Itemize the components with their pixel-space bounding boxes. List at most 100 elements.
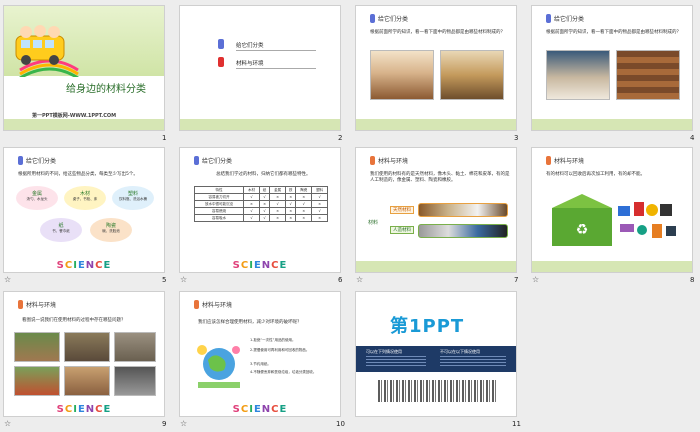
cross-mark: × bbox=[258, 200, 271, 208]
cross-mark: × bbox=[243, 200, 260, 208]
cross-mark: × bbox=[311, 214, 328, 222]
smokestack-photo bbox=[114, 366, 156, 396]
polluted-river-photo bbox=[14, 366, 60, 396]
slide-header: 材料与环境 bbox=[546, 156, 584, 165]
slide-bottom-bar bbox=[180, 119, 340, 130]
pin-blue-icon bbox=[218, 39, 224, 49]
header-label: 材料与环境 bbox=[378, 158, 409, 165]
check-mark: √ bbox=[285, 200, 297, 208]
star-icon[interactable]: ☆ bbox=[180, 419, 187, 428]
slide-header: 给它们分类 bbox=[370, 14, 408, 23]
slide-thumbnail-4[interactable]: 给它们分类 根据前面所学的知识，看一看下面中的物品都是由哪些材料制成的？ bbox=[531, 5, 693, 131]
slide-number: 4 bbox=[690, 134, 695, 142]
pin-red-icon bbox=[218, 57, 224, 67]
logging-photo bbox=[14, 332, 60, 362]
table-header-cell: 铁 bbox=[285, 186, 297, 194]
slide-text: 总结我们学过的材料，归纳它们都有哪些特性。 bbox=[216, 172, 311, 177]
slide-text: 根据所用材料的不同，给这些物品分类，每类至少写出5个。 bbox=[18, 172, 138, 177]
tip-item: 3.节约用纸。 bbox=[250, 362, 271, 366]
table-row: 放水中很可能沉没 × × √ √ √ × bbox=[193, 200, 328, 208]
slide-header: 给它们分类 bbox=[546, 14, 584, 23]
pin-icon bbox=[18, 300, 23, 309]
cross-mark: × bbox=[285, 193, 297, 201]
star-icon[interactable]: ☆ bbox=[4, 419, 11, 428]
agenda-item-1: 给它们分类 bbox=[236, 43, 264, 49]
slide-bottom-bar bbox=[4, 119, 164, 130]
natural-materials-strip bbox=[418, 203, 508, 217]
slide-thumbnail-8[interactable]: 材料与环境 有的材料可以回收后再次加工利用，有的却不能。 ♻ bbox=[531, 147, 693, 273]
header-label: 给它们分类 bbox=[554, 16, 585, 23]
agenda-item-2: 材料与环境 bbox=[236, 61, 264, 67]
table-row-label: 放水中很可能沉没 bbox=[193, 200, 245, 208]
table-row: 容易燃烧 √ √ × × × √ bbox=[193, 207, 328, 215]
check-mark: √ bbox=[311, 193, 328, 201]
slide-number: 8 bbox=[690, 276, 695, 284]
cross-mark: × bbox=[269, 214, 287, 222]
cross-mark: × bbox=[269, 193, 287, 201]
check-mark: √ bbox=[311, 207, 328, 215]
group-bubble: 塑料 饮料瓶、洗浴水桶 bbox=[112, 186, 154, 210]
pin-icon bbox=[194, 156, 199, 165]
group-items: 桌子、书柜、床 bbox=[72, 197, 98, 201]
slide-number: 7 bbox=[514, 276, 519, 284]
slide-header: 材料与环境 bbox=[370, 156, 408, 165]
star-icon[interactable]: ☆ bbox=[180, 275, 187, 284]
slide-thumbnail-5[interactable]: 给它们分类 根据所用材料的不同，给这些物品分类，每类至少写出5个。 金属 汤勺、… bbox=[3, 147, 165, 273]
slide-thumbnail-7[interactable]: 材料与环境 我们使用的材料有的是天然材料，像木头、黏土、棉花和皮革，有的是人工制… bbox=[355, 147, 517, 273]
slide-thumbnail-3[interactable]: 给它们分类 根据前面所学的知识，看一看下面中的物品都是由哪些材料制成的？ bbox=[355, 5, 517, 131]
slide-thumbnail-10[interactable]: 材料与环境 我们应该怎样合理使用材料，减少对环境的破坏呢？ 1.拒绝“一次性”用… bbox=[179, 291, 341, 417]
table-header-cell: 特性 bbox=[193, 186, 245, 194]
table-header-row: 特性 木材 纸 金属 铁 陶瓷 塑料 bbox=[193, 186, 328, 194]
slide-number: 11 bbox=[512, 420, 521, 428]
manmade-materials-strip bbox=[418, 224, 508, 238]
table-row-label: 容易吸水 bbox=[193, 214, 245, 222]
star-icon[interactable]: ☆ bbox=[4, 275, 11, 284]
garbage-photo bbox=[114, 332, 156, 362]
slide-thumbnail-9[interactable]: 材料与环境 看图说一说我们在使用材料的过程中存在哪些问题？ SCIENCE bbox=[3, 291, 165, 417]
science-wordmark: SCIENCE bbox=[56, 404, 112, 415]
slide-header: 给它们分类 bbox=[194, 156, 232, 165]
group-bubble: 金属 汤勺、水龙头 bbox=[16, 186, 58, 210]
slide-number: 5 bbox=[162, 276, 167, 284]
root-label: 材料 bbox=[368, 220, 379, 226]
pin-icon bbox=[18, 156, 23, 165]
banner-left-lines bbox=[366, 356, 426, 368]
info-banner: 可以在下列情况使用 不可以在以下情况使用 bbox=[356, 346, 516, 372]
table-header-cell: 陶瓷 bbox=[295, 186, 313, 194]
pin-icon bbox=[194, 300, 199, 309]
ppt-logo: 第1PPT bbox=[390, 316, 465, 337]
school-bus-illustration bbox=[15, 25, 79, 77]
slide-thumbnail-6[interactable]: 给它们分类 总结我们学过的材料，归纳它们都有哪些特性。 特性 木材 纸 金属 铁… bbox=[179, 147, 341, 273]
slide-text: 看图说一说我们在使用材料的过程中存在哪些问题？ bbox=[22, 318, 126, 323]
slide-number: 2 bbox=[338, 134, 343, 142]
table-row: 容易被刀切开 √ √ × × × √ bbox=[193, 193, 328, 201]
slide-text: 根据前面所学的知识，看一看下面中的物品都是由哪些材料制成的？ bbox=[546, 30, 681, 35]
star-icon[interactable]: ☆ bbox=[532, 275, 539, 284]
check-mark: √ bbox=[243, 214, 260, 222]
slide-text: 有的材料可以回收后再次加工利用，有的却不能。 bbox=[546, 172, 645, 177]
star-icon[interactable]: ☆ bbox=[356, 275, 363, 284]
slide-thumbnail-2[interactable]: 给它们分类 材料与环境 bbox=[179, 5, 341, 131]
cross-mark: × bbox=[269, 207, 287, 215]
group-name: 陶瓷 bbox=[105, 223, 116, 229]
slide-title: 给身边的材料分类 bbox=[66, 84, 146, 95]
check-mark: √ bbox=[295, 200, 313, 208]
slide-footer-text: 第一PPT模板网-WWW.1PPT.COM bbox=[32, 113, 117, 119]
slide-number: 10 bbox=[336, 420, 345, 428]
living-room-photo bbox=[440, 50, 504, 100]
slide-thumbnail-1[interactable]: 给身边的材料分类 第一PPT模板网-WWW.1PPT.COM bbox=[3, 5, 165, 131]
slide-bottom-bar bbox=[356, 261, 516, 272]
pin-icon bbox=[546, 156, 551, 165]
banner-right-title: 不可以在以下情况使用 bbox=[440, 349, 480, 354]
tip-item: 4.不随便丢弃和焚烧垃圾，垃圾分类回收。 bbox=[250, 370, 317, 374]
table-header-cell: 木材 bbox=[243, 186, 260, 194]
slide-thumbnail-11[interactable]: 第1PPT 可以在下列情况使用 不可以在以下情况使用 bbox=[355, 291, 517, 417]
manmade-label: 人造材料 bbox=[390, 226, 414, 234]
check-mark: √ bbox=[243, 207, 260, 215]
group-name: 纸 bbox=[58, 223, 64, 229]
slide-number: 9 bbox=[162, 420, 167, 428]
banner-right-lines bbox=[440, 356, 506, 368]
group-items: 书、餐巾纸 bbox=[52, 229, 70, 233]
table-header-cell: 纸 bbox=[258, 186, 271, 194]
header-label: 材料与环境 bbox=[26, 302, 57, 309]
